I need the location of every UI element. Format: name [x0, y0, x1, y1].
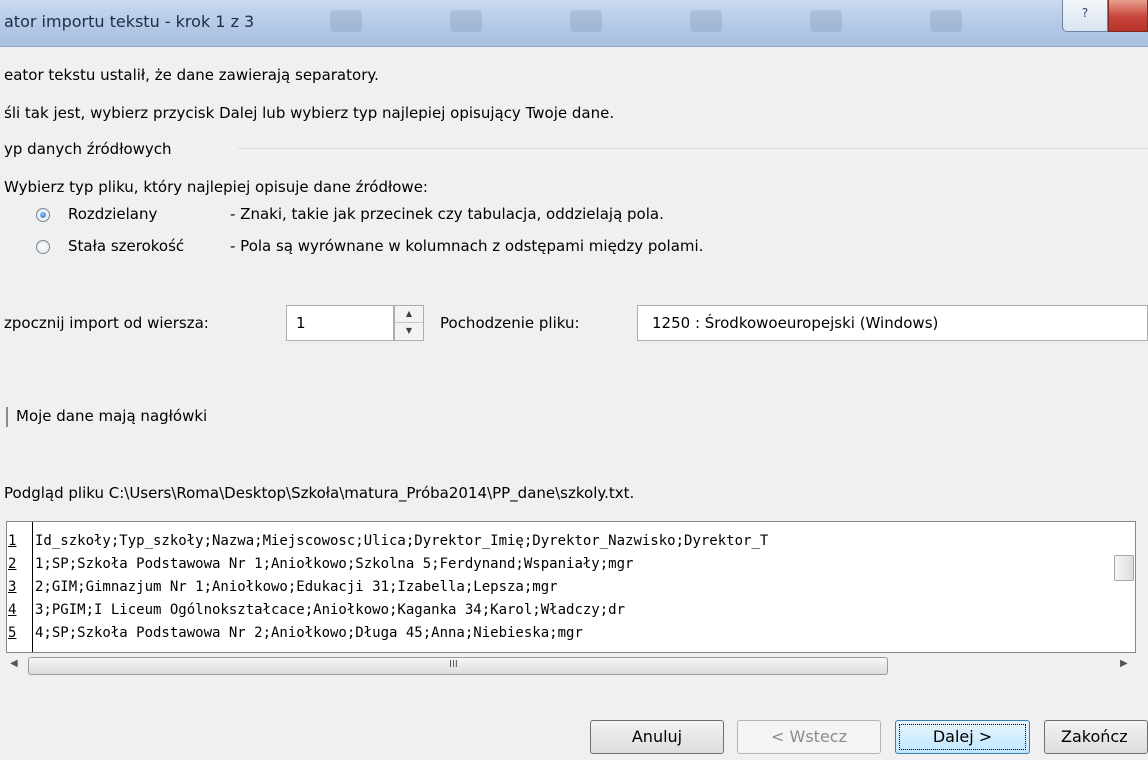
title-bar-decoration	[810, 10, 842, 32]
scroll-right-icon[interactable]: ▶	[1120, 658, 1128, 669]
preview-row-number: 5	[8, 625, 17, 641]
finish-button[interactable]: Zakończ	[1044, 720, 1148, 754]
title-bar-decoration	[690, 10, 722, 32]
radio-fixed-width[interactable]	[36, 240, 50, 254]
focus-ring	[899, 724, 1026, 750]
headers-checkbox[interactable]	[6, 407, 8, 427]
horizontal-scrollbar[interactable]: ◀ III ▶	[6, 655, 1136, 677]
title-bar: ator importu tekstu - krok 1 z 3 ?	[0, 0, 1148, 47]
preview-row-number: 2	[8, 556, 17, 572]
preview-row: 2 1;SP;Szkoła Podstawowa Nr 1;Aniołkowo;…	[7, 553, 1135, 575]
scroll-grip-icon: III	[449, 659, 458, 670]
start-row-label: zpocznij import od wiersza:	[4, 314, 209, 332]
cancel-button[interactable]: Anuluj	[590, 720, 724, 754]
preview-row-text: Id_szkoły;Typ_szkoły;Nazwa;Miejscowosc;U…	[35, 533, 769, 549]
intro-line-2: śli tak jest, wybierz przycisk Dalej lub…	[4, 104, 615, 122]
close-button[interactable]	[1108, 0, 1148, 32]
file-preview[interactable]: 1 Id_szkoły;Typ_szkoły;Nazwa;Miejscowosc…	[6, 521, 1136, 653]
preview-row: 1 Id_szkoły;Typ_szkoły;Nazwa;Miejscowosc…	[7, 530, 1135, 552]
help-button[interactable]: ?	[1062, 0, 1108, 32]
group-prompt: Wybierz typ pliku, który najlepiej opisu…	[4, 178, 428, 196]
help-icon: ?	[1081, 6, 1089, 20]
file-origin-label: Pochodzenie pliku:	[440, 314, 580, 332]
group-title: yp danych źródłowych	[4, 140, 172, 158]
preview-row-number: 4	[8, 602, 17, 618]
title-bar-decoration	[450, 10, 482, 32]
preview-row: 4 3;PGIM;I Liceum Ogólnokształcace;Anioł…	[7, 599, 1135, 621]
radio-fixed-width-description: - Pola są wyrównane w kolumnach z odstęp…	[230, 237, 704, 255]
next-button[interactable]: Dalej >	[895, 720, 1030, 754]
scroll-left-icon[interactable]: ◀	[10, 658, 18, 669]
title-bar-decoration	[330, 10, 362, 32]
horizontal-scroll-thumb[interactable]: III	[28, 657, 888, 675]
preview-caption: Podgląd pliku C:\Users\Roma\Desktop\Szko…	[4, 484, 635, 502]
back-button[interactable]: < Wstecz	[737, 720, 881, 754]
file-origin-select[interactable]: 1250 : Środkowoeuropejski (Windows)	[637, 305, 1148, 341]
preview-row: 3 2;GIM;Gimnazjum Nr 1;Aniołkowo;Edukacj…	[7, 576, 1135, 598]
preview-row-text: 1;SP;Szkoła Podstawowa Nr 1;Aniołkowo;Sz…	[35, 556, 634, 572]
preview-row-text: 3;PGIM;I Liceum Ogólnokształcace;Aniołko…	[35, 602, 626, 618]
preview-row-text: 4;SP;Szkoła Podstawowa Nr 2;Aniołkowo;Dł…	[35, 625, 583, 641]
radio-delimited[interactable]	[36, 208, 50, 222]
spinner-down-icon[interactable]: ▼	[395, 323, 423, 339]
intro-line-1: eator tekstu ustalił, że dane zawierają …	[4, 66, 379, 84]
preview-row-number: 3	[8, 579, 17, 595]
start-row-spinner[interactable]: ▲ ▼	[394, 305, 424, 341]
title-bar-decoration	[570, 10, 602, 32]
title-bar-decoration	[930, 10, 962, 32]
preview-row-number: 1	[8, 533, 17, 549]
radio-delimited-label[interactable]: Rozdzielany	[68, 205, 157, 223]
vertical-scroll-thumb[interactable]	[1114, 555, 1134, 581]
preview-row-text: 2;GIM;Gimnazjum Nr 1;Aniołkowo;Edukacji …	[35, 579, 558, 595]
spinner-up-icon[interactable]: ▲	[395, 306, 423, 323]
headers-checkbox-label[interactable]: Moje dane mają nagłówki	[16, 407, 207, 425]
preview-row: 5 4;SP;Szkoła Podstawowa Nr 2;Aniołkowo;…	[7, 622, 1135, 644]
group-divider	[238, 148, 1148, 149]
radio-fixed-width-label[interactable]: Stała szerokość	[68, 237, 184, 255]
start-row-input[interactable]: 1	[286, 305, 394, 341]
radio-delimited-description: - Znaki, takie jak przecinek czy tabulac…	[230, 205, 664, 223]
window-title: ator importu tekstu - krok 1 z 3	[4, 12, 255, 31]
